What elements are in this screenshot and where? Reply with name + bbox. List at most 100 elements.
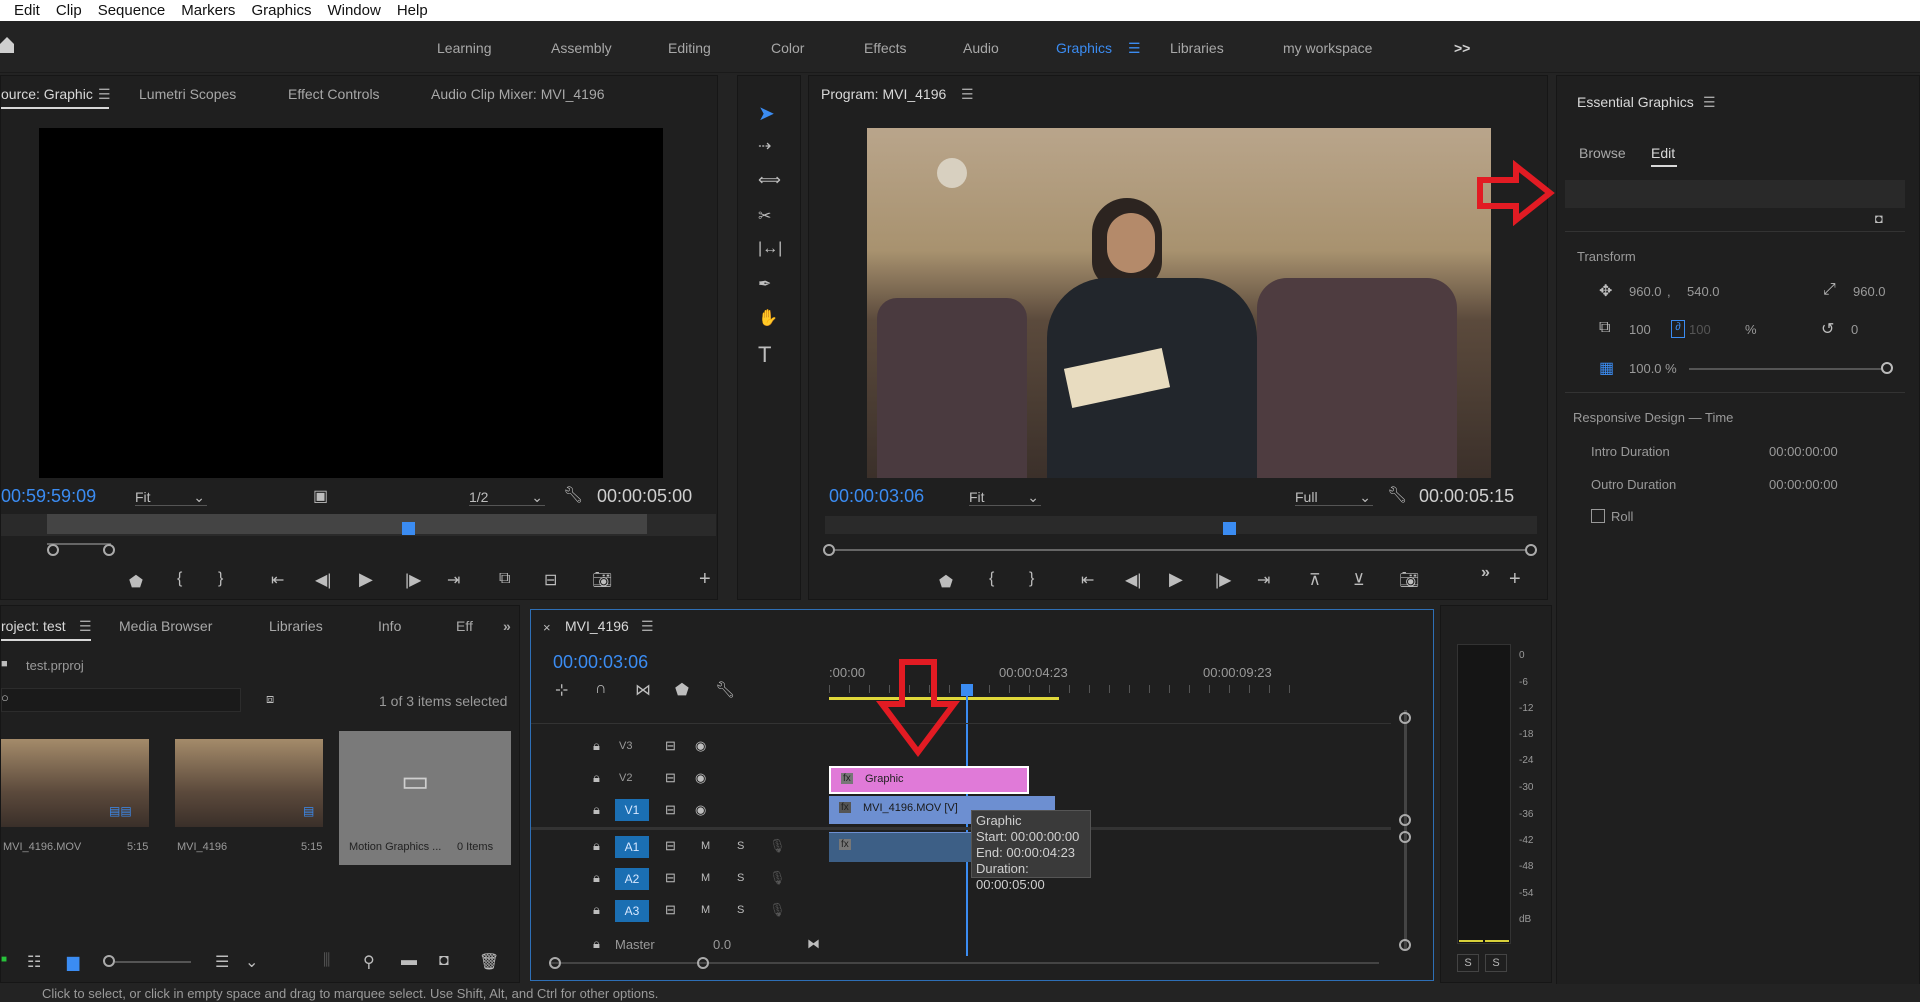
sync-lock-icon[interactable]: ⊟ bbox=[665, 770, 676, 786]
menu-graphics[interactable]: Graphics bbox=[251, 2, 311, 19]
opacity-slider-handle[interactable] bbox=[1881, 362, 1893, 374]
new-bin-from-search-icon[interactable]: ⧈ bbox=[266, 691, 274, 707]
timeline-settings-icon[interactable]: 🔧︎ bbox=[715, 680, 735, 700]
position-x-value[interactable]: 960.0 bbox=[1629, 284, 1662, 299]
snap-insert-icon[interactable]: ⊹ bbox=[555, 680, 568, 700]
program-title[interactable]: Program: MVI_4196 bbox=[821, 86, 946, 102]
new-layer-icon[interactable]: ◘ bbox=[1875, 211, 1883, 226]
step-back-icon[interactable]: ◀| bbox=[1125, 570, 1141, 590]
scale-value[interactable]: 100 bbox=[1629, 322, 1651, 337]
solo-button[interactable]: S bbox=[737, 904, 744, 916]
menu-help[interactable]: Help bbox=[397, 2, 428, 19]
add-button-icon[interactable]: + bbox=[1509, 568, 1521, 591]
microphone-icon[interactable]: 🎙︎ bbox=[769, 838, 786, 854]
master-toggle-icon[interactable]: ⧓ bbox=[807, 936, 820, 952]
overwrite-icon[interactable]: ⊟ bbox=[544, 570, 557, 590]
workspace-overflow-icon[interactable]: >> bbox=[1454, 40, 1470, 56]
tab-source[interactable]: ource: Graphic bbox=[1, 86, 93, 102]
lock-icon[interactable]: 🔒︎ bbox=[593, 770, 600, 786]
eye-icon[interactable]: ◉ bbox=[695, 770, 706, 786]
workspace-editing[interactable]: Editing bbox=[668, 40, 711, 56]
sync-lock-icon[interactable]: ⊟ bbox=[665, 802, 676, 818]
outro-duration-value[interactable]: 00:00:00:00 bbox=[1769, 477, 1838, 492]
workspace-menu-icon[interactable]: ☰ bbox=[1128, 40, 1141, 57]
mark-out-icon[interactable]: } bbox=[218, 570, 223, 588]
v-scroll-handle-bottom[interactable] bbox=[1399, 939, 1411, 951]
mark-in-icon[interactable]: { bbox=[989, 570, 994, 588]
lock-icon[interactable]: 🔒︎ bbox=[593, 902, 600, 918]
tab-media-browser[interactable]: Media Browser bbox=[119, 618, 212, 634]
track-label-v1[interactable]: V1 bbox=[615, 799, 649, 821]
track-label-v3[interactable]: V3 bbox=[619, 740, 632, 752]
chevron-down-icon[interactable]: ⌄ bbox=[245, 952, 258, 972]
intro-duration-value[interactable]: 00:00:00:00 bbox=[1769, 444, 1838, 459]
sync-lock-icon[interactable]: ⊟ bbox=[665, 902, 676, 918]
track-label-v2[interactable]: V2 bbox=[619, 772, 632, 784]
program-zoom-handle-left[interactable] bbox=[823, 544, 835, 556]
timeline-title[interactable]: MVI_4196 bbox=[565, 618, 629, 634]
timeline-timecode[interactable]: 00:00:03:06 bbox=[553, 652, 648, 673]
menu-sequence[interactable]: Sequence bbox=[98, 2, 166, 19]
anchor-value[interactable]: 960.0 bbox=[1853, 284, 1886, 299]
pen-icon[interactable]: ✒ bbox=[758, 274, 771, 294]
lock-icon[interactable]: 🔒︎ bbox=[593, 738, 600, 754]
lock-icon[interactable]: 🔒︎ bbox=[593, 838, 600, 854]
mute-button[interactable]: M bbox=[701, 840, 710, 852]
selection-tool-icon[interactable]: ➤ bbox=[758, 101, 775, 126]
sync-lock-icon[interactable]: ⊟ bbox=[665, 838, 676, 854]
workspace-color[interactable]: Color bbox=[771, 40, 804, 56]
extract-icon[interactable]: ⊻ bbox=[1353, 570, 1365, 590]
timeline-playhead-head[interactable] bbox=[961, 684, 973, 696]
menu-markers[interactable]: Markers bbox=[181, 2, 235, 19]
source-timecode[interactable]: 00:59:59:09 bbox=[1, 486, 96, 507]
marker-icon[interactable]: ⬟ bbox=[129, 572, 143, 592]
lock-scale-icon[interactable]: ∂ bbox=[1671, 320, 1685, 338]
position-y-value[interactable]: 540.0 bbox=[1687, 284, 1720, 299]
insert-icon[interactable]: ⧉ bbox=[499, 570, 510, 588]
meter-solo-left[interactable]: S bbox=[1457, 954, 1479, 972]
source-zoom-handle-left[interactable] bbox=[47, 544, 59, 556]
menu-window[interactable]: Window bbox=[327, 2, 380, 19]
microphone-icon[interactable]: 🎙︎ bbox=[769, 870, 786, 886]
go-to-in-icon[interactable]: ⇤ bbox=[1081, 570, 1094, 590]
source-zoom-handle-right[interactable] bbox=[103, 544, 115, 556]
solo-button[interactable]: S bbox=[737, 872, 744, 884]
lock-icon[interactable]: 🔒︎ bbox=[593, 936, 600, 952]
home-icon[interactable] bbox=[0, 35, 16, 55]
v-scroll-handle-mid[interactable] bbox=[1399, 814, 1411, 826]
vertical-scrollbar[interactable] bbox=[1404, 710, 1407, 950]
workspace-assembly[interactable]: Assembly bbox=[551, 40, 612, 56]
roll-checkbox[interactable] bbox=[1591, 509, 1605, 523]
master-value[interactable]: 0.0 bbox=[713, 937, 731, 952]
source-fit-select[interactable]: Fit ⌄ bbox=[135, 489, 207, 506]
type-tool-icon[interactable]: T bbox=[758, 342, 771, 368]
tab-browse[interactable]: Browse bbox=[1579, 145, 1626, 161]
menu-clip[interactable]: Clip bbox=[56, 2, 82, 19]
write-lock-icon[interactable]: ■ bbox=[1, 954, 7, 965]
sync-lock-icon[interactable]: ⊟ bbox=[665, 738, 676, 754]
workspace-my-workspace[interactable]: my workspace bbox=[1283, 40, 1372, 56]
program-playhead[interactable] bbox=[1223, 522, 1236, 535]
mark-out-icon[interactable]: } bbox=[1029, 570, 1034, 588]
rotation-value[interactable]: 0 bbox=[1851, 322, 1858, 337]
program-timecode[interactable]: 00:00:03:06 bbox=[829, 486, 924, 507]
go-to-out-icon[interactable]: ⇥ bbox=[447, 570, 460, 590]
ripple-edit-icon[interactable]: ⟺ bbox=[758, 170, 781, 190]
meter-solo-right[interactable]: S bbox=[1485, 954, 1507, 972]
tab-edit[interactable]: Edit bbox=[1651, 145, 1675, 161]
export-frame-icon[interactable]: 📷︎ bbox=[592, 570, 612, 590]
source-resolution-select[interactable]: 1/2 ⌄ bbox=[469, 489, 545, 506]
step-back-icon[interactable]: ◀| bbox=[315, 570, 331, 590]
program-zoom-handle-right[interactable] bbox=[1525, 544, 1537, 556]
icon-view-icon[interactable]: ▆ bbox=[67, 952, 79, 972]
opacity-value[interactable]: 100.0 % bbox=[1629, 361, 1677, 376]
project-search-input[interactable] bbox=[1, 688, 241, 712]
slip-icon[interactable]: |↔| bbox=[758, 240, 782, 258]
v-scroll-handle-audio[interactable] bbox=[1399, 831, 1411, 843]
program-ruler[interactable] bbox=[825, 516, 1537, 534]
source-playhead[interactable] bbox=[402, 522, 415, 535]
marker-icon[interactable]: ⬟ bbox=[939, 572, 953, 592]
tab-effects[interactable]: Eff bbox=[456, 618, 473, 634]
linked-selection-icon[interactable]: ⋈ bbox=[635, 680, 651, 700]
h-scroll-handle-left[interactable] bbox=[549, 957, 561, 969]
